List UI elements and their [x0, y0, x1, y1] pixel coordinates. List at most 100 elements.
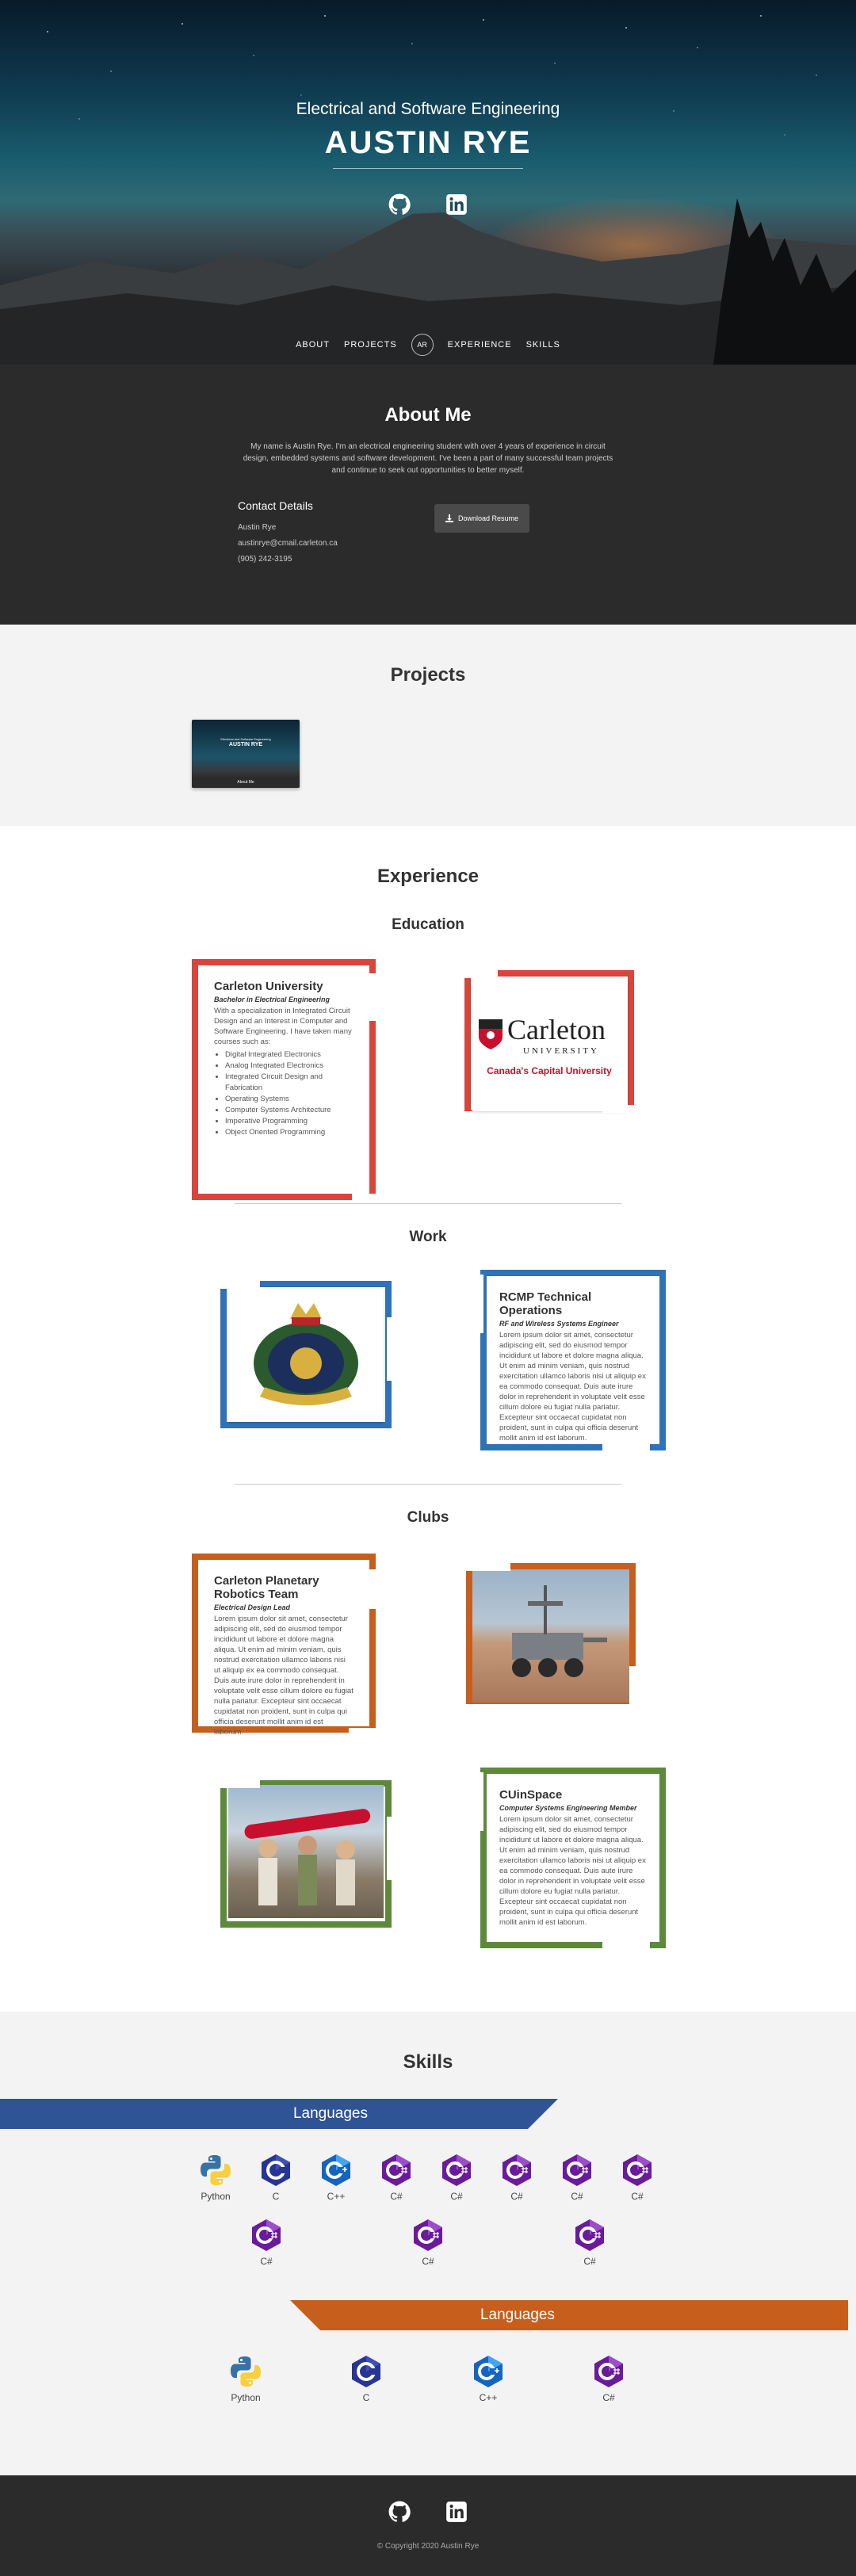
skill-item: C# [553, 2153, 601, 2202]
skill-label: C# [390, 2191, 403, 2202]
site-logo[interactable]: AR [411, 334, 434, 356]
skill-label: C# [510, 2191, 523, 2202]
club1-card: Carleton Planetary Robotics Team Electri… [198, 1560, 369, 1737]
course-item: Computer Systems Architecture [225, 1105, 353, 1116]
work-heading: Work [409, 1229, 447, 1245]
about-heading: About Me [384, 404, 472, 426]
club2-subtitle: Computer Systems Engineering Member [499, 1804, 637, 1812]
skill-label: C++ [327, 2191, 346, 2202]
skill-item: C# [613, 2153, 661, 2202]
skill-item: C [342, 2354, 390, 2403]
nav-about[interactable]: ABOUT [296, 340, 330, 350]
club2-photo [228, 1785, 384, 1918]
club1-desc: Lorem ipsum dolor sit amet, consectetur … [214, 1615, 353, 1737]
course-item: Object Oriented Programming [225, 1127, 353, 1138]
work-card: RCMP Technical Operations RF and Wireles… [487, 1276, 659, 1444]
work-title: RCMP Technical Operations [499, 1290, 592, 1317]
rover-image [472, 1569, 629, 1703]
education-heading: Education [392, 916, 464, 933]
footer-linkedin-icon[interactable] [445, 2501, 468, 2523]
linkedin-icon[interactable] [445, 193, 468, 216]
contact-email[interactable]: austinrye@cmail.carleton.ca [238, 539, 338, 548]
course-item: Analog Integrated Electronics [225, 1061, 353, 1072]
skill-label: C# [422, 2256, 434, 2267]
club1-title: Carleton Planetary Robotics Team [214, 1574, 319, 1601]
skill-item: Python [222, 2354, 269, 2403]
skill-item: C# [404, 2218, 452, 2267]
section-divider [235, 1203, 621, 1204]
csharp-icon [620, 2153, 655, 2188]
club2-card: CUinSpace Computer Systems Engineering M… [487, 1774, 659, 1942]
skill-item: C [252, 2153, 300, 2202]
project-thumb-subtitle: Electrical and Software Engineering [220, 737, 271, 741]
csharp-icon [560, 2153, 594, 2188]
skills-banner-2-label: Languages [480, 2307, 556, 2323]
experience-section: Experience Education Carleton University… [0, 826, 856, 2012]
skill-item: Python [192, 2153, 239, 2202]
course-item: Integrated Circuit Design and Fabricatio… [225, 1072, 353, 1094]
csharp-icon [379, 2153, 414, 2188]
skill-label: C# [631, 2191, 644, 2202]
project-thumb-title: AUSTIN RYE [228, 742, 263, 747]
csharp-icon [411, 2218, 445, 2253]
hero-subtitle: Electrical and Software Engineering [296, 100, 560, 118]
skill-label: C# [583, 2256, 596, 2267]
rocket-team-icon [244, 1809, 371, 1905]
course-item: Operating Systems [225, 1094, 353, 1105]
hero-divider [333, 168, 523, 169]
skill-item: C# [566, 2218, 613, 2267]
download-resume-button[interactable]: Download Resume [434, 504, 529, 533]
contact-name: Austin Rye [238, 523, 277, 532]
skill-label: C# [571, 2191, 583, 2202]
about-section: About Me My name is Austin Rye. I'm an e… [0, 365, 856, 625]
course-item: Digital Integrated Electronics [225, 1049, 353, 1061]
skill-label: Python [231, 2392, 261, 2403]
about-bio: My name is Austin Rye. I'm an electrical… [243, 442, 613, 475]
copyright-text: © Copyright 2020 Austin Rye [376, 2542, 480, 2551]
project-thumb-bar: About Me [192, 777, 300, 788]
skill-label: C [272, 2191, 280, 2202]
carleton-wordmark: Carleton [507, 1014, 606, 1045]
rcmp-crest-image [228, 1287, 384, 1422]
education-subtitle: Bachelor in Electrical Engineering [214, 996, 331, 1003]
python-icon [198, 2153, 233, 2188]
csharp-icon [499, 2153, 534, 2188]
csharp-icon [249, 2218, 284, 2253]
main-nav: ABOUT PROJECTS AR EXPERIENCE SKILLS [0, 334, 856, 356]
work-desc: Lorem ipsum dolor sit amet, consectetur … [499, 1331, 646, 1443]
download-icon [445, 514, 453, 522]
skill-item: C++ [312, 2153, 360, 2202]
club2-desc: Lorem ipsum dolor sit amet, consectetur … [499, 1815, 646, 1927]
hero-title: AUSTIN RYE [324, 125, 532, 160]
skills-banner-2: Languages [290, 2300, 848, 2330]
csharp-icon [591, 2354, 626, 2389]
skills-heading: Skills [403, 2051, 453, 2073]
work-subtitle: RF and Wireless Systems Engineer [499, 1320, 619, 1328]
carleton-logo: Carleton UNIVERSITY Canada's Capital Uni… [471, 977, 628, 1111]
contact-heading: Contact Details [238, 499, 313, 512]
projects-section: Projects Electrical and Software Enginee… [0, 625, 856, 826]
github-icon[interactable] [388, 193, 411, 216]
project-thumbnail[interactable]: Electrical and Software Engineering AUST… [192, 720, 300, 788]
skill-label: C# [260, 2256, 273, 2267]
experience-heading: Experience [376, 866, 480, 887]
hero-section: Electrical and Software Engineering AUST… [0, 0, 856, 365]
clubs-heading: Clubs [407, 1509, 449, 1526]
education-card: Carleton University Bachelor in Electric… [198, 965, 369, 1194]
csharp-icon [572, 2218, 607, 2253]
projects-heading: Projects [390, 664, 466, 686]
skill-label: C# [602, 2392, 615, 2403]
nav-experience[interactable]: EXPERIENCE [448, 340, 512, 350]
skill-item: C# [243, 2218, 290, 2267]
rover-icon [512, 1585, 607, 1677]
csharp-icon [439, 2153, 474, 2188]
club1-subtitle: Electrical Design Lead [214, 1603, 291, 1611]
footer-github-icon[interactable] [388, 2501, 411, 2523]
skill-item: C# [433, 2153, 480, 2202]
cpp-icon [471, 2354, 506, 2389]
course-item: Imperative Programming [225, 1116, 353, 1127]
skill-item: C# [585, 2354, 632, 2403]
nav-projects[interactable]: PROJECTS [344, 340, 397, 350]
skill-label: Python [201, 2191, 231, 2202]
nav-skills[interactable]: SKILLS [526, 340, 560, 350]
